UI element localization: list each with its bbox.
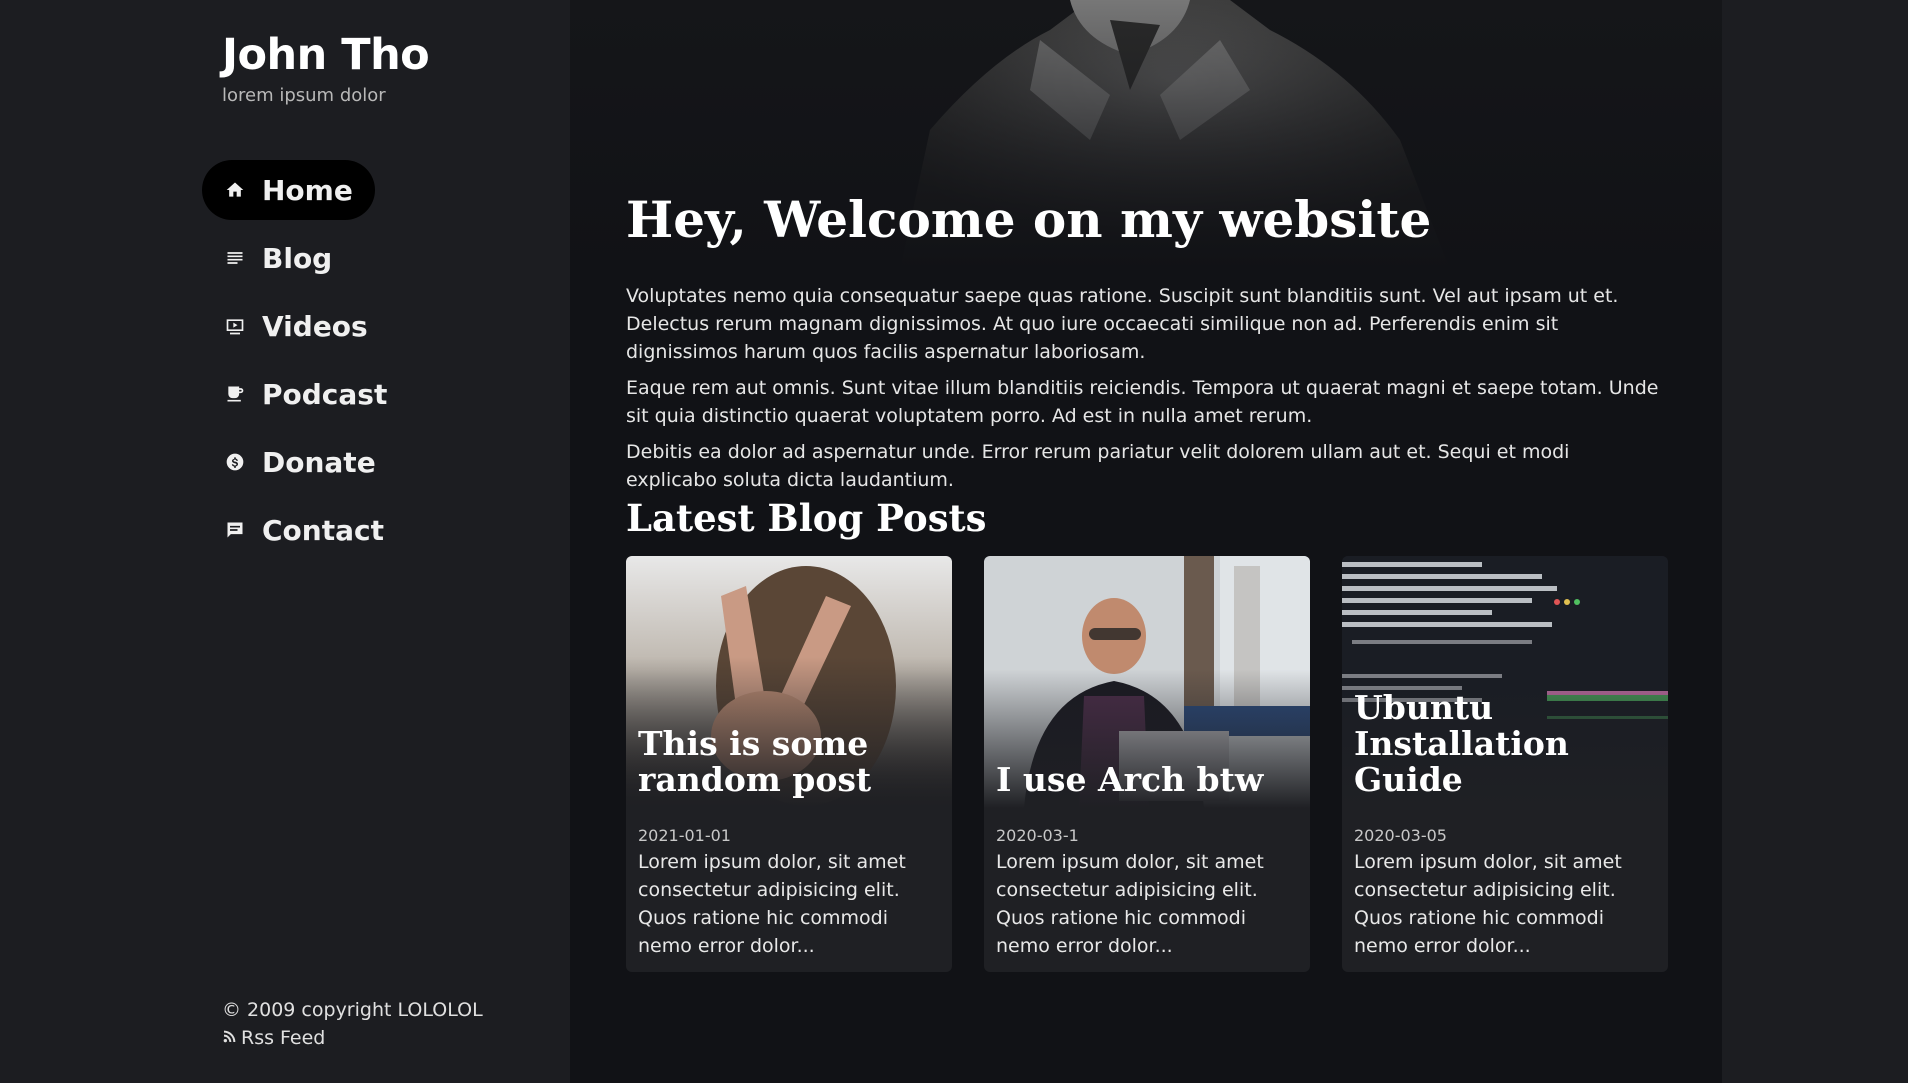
nav-label: Videos [262,309,368,343]
rss-link[interactable]: Rss Feed [222,1024,483,1052]
nav-label: Blog [262,241,333,275]
intro-paragraph: Debitis ea dolor ad aspernatur unde. Err… [626,441,1570,491]
home-icon [224,179,246,201]
intro-paragraph: Voluptates nemo quia consequatur saepe q… [626,285,1619,363]
nav-item-donate[interactable]: Donate [202,432,398,492]
nav-item-podcast[interactable]: Podcast [202,364,409,424]
post-excerpt: Lorem ipsum dolor, sit amet consectetur … [1354,851,1622,957]
nav-item-contact[interactable]: Contact [202,500,406,560]
welcome-heading: Hey, Welcome on my website [626,190,1432,249]
nav-item-blog[interactable]: Blog [202,228,354,288]
post-card[interactable]: This is some random post 2021-01-01 Lore… [626,556,952,972]
post-title: I use Arch btw [996,760,1264,799]
post-title: This is some random post [638,724,872,799]
site-subtitle: lorem ipsum dolor [222,85,386,106]
post-date: 2021-01-01 [638,826,731,845]
copyright-text: © 2009 copyright LOLOLOL [222,999,483,1021]
chat-icon [224,519,246,541]
nav-label: Contact [262,513,384,547]
post-date: 2020-03-1 [996,826,1079,845]
dollar-icon [224,451,246,473]
post-date: 2020-03-05 [1354,826,1447,845]
list-icon [224,247,246,269]
nav-item-home[interactable]: Home [202,160,375,220]
right-margin [1722,0,1908,1083]
video-icon [224,315,246,337]
sidebar-footer: © 2009 copyright LOLOLOL Rss Feed [222,996,483,1052]
post-excerpt: Lorem ipsum dolor, sit amet consectetur … [996,851,1264,957]
intro-text: Voluptates nemo quia consequatur saepe q… [626,282,1666,502]
post-title: Ubuntu Installation Guide [1354,688,1569,799]
nav-label: Donate [262,445,376,479]
rss-icon [222,1024,241,1052]
nav-label: Podcast [262,377,388,411]
post-card[interactable]: I use Arch btw 2020-03-1 Lorem ipsum dol… [984,556,1310,972]
post-card[interactable]: Ubuntu Installation Guide 2020-03-05 Lor… [1342,556,1668,972]
main-nav: Home Blog Videos Podcast Donate Contact [202,160,409,568]
coffee-icon [224,383,246,405]
main-content: Hey, Welcome on my website Voluptates ne… [570,0,1722,1083]
site-title[interactable]: John Tho [222,30,430,80]
post-cards: This is some random post 2021-01-01 Lore… [626,556,1668,972]
intro-paragraph: Eaque rem aut omnis. Sunt vitae illum bl… [626,377,1659,427]
post-excerpt: Lorem ipsum dolor, sit amet consectetur … [638,851,906,957]
sidebar: John Tho lorem ipsum dolor Home Blog Vid… [0,0,570,1083]
nav-label: Home [262,173,353,207]
latest-posts-heading: Latest Blog Posts [626,496,987,540]
rss-label: Rss Feed [241,1027,326,1049]
nav-item-videos[interactable]: Videos [202,296,390,356]
